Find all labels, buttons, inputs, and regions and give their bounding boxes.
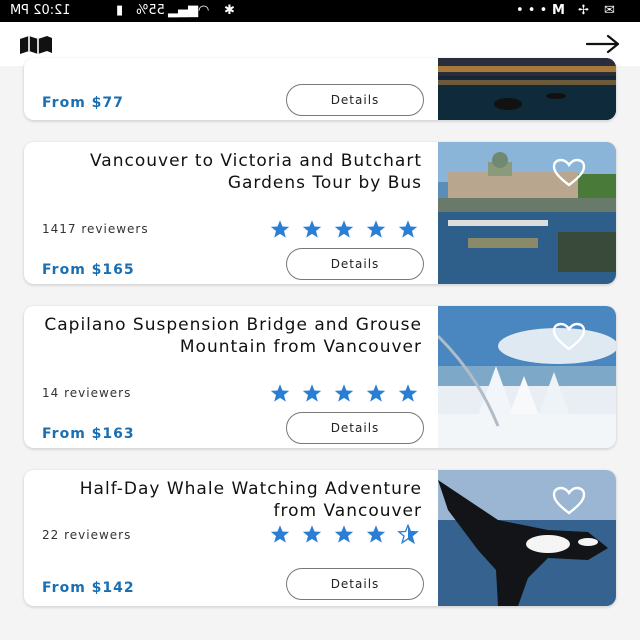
- star-icon: [270, 525, 290, 543]
- star-icon: [302, 220, 322, 238]
- star-rating: [266, 383, 422, 403]
- bluetooth-icon: ✱: [224, 3, 235, 18]
- tour-price: From $77: [42, 95, 124, 111]
- details-button[interactable]: Details: [286, 568, 424, 600]
- heart-icon[interactable]: [552, 486, 586, 520]
- tour-price: From $163: [42, 426, 135, 442]
- star-icon: [366, 384, 386, 402]
- tour-title[interactable]: Capilano Suspension Bridge and Grouse Mo…: [30, 314, 422, 358]
- battery-percent: 55%: [136, 3, 165, 18]
- star-rating: [266, 219, 422, 239]
- heart-icon[interactable]: [552, 158, 586, 192]
- tour-price: From $165: [42, 262, 135, 278]
- tour-title[interactable]: Vancouver to Victoria and Butchart Garde…: [30, 150, 422, 194]
- star-icon: [334, 525, 354, 543]
- wifi-icon: ◠: [198, 3, 210, 18]
- details-button[interactable]: Details: [286, 84, 424, 116]
- tour-photo: [438, 58, 616, 120]
- tour-card[interactable]: Capilano Suspension Bridge and Grouse Mo…: [24, 306, 616, 448]
- status-bar: • • • M ✢ ✉ 12:02 PM 55% ▮ ▂▄▆ ◠ ✱: [0, 0, 640, 22]
- heart-icon[interactable]: [552, 322, 586, 356]
- review-count: 1417 reviewers: [42, 222, 149, 236]
- star-icon: [302, 525, 322, 543]
- star-icon: [270, 384, 290, 402]
- details-button[interactable]: Details: [286, 248, 424, 280]
- star-icon: [366, 220, 386, 238]
- star-icon: [334, 220, 354, 238]
- arrow-right-icon[interactable]: [585, 34, 620, 58]
- signal-icon: ▂▄▆: [168, 3, 198, 18]
- fan-icon: ✢: [578, 3, 589, 18]
- review-count: 14 reviewers: [42, 386, 132, 400]
- tour-photo: [438, 306, 616, 448]
- status-time: 12:02 PM: [10, 3, 71, 18]
- star-rating: [266, 524, 422, 544]
- review-count: 22 reviewers: [42, 528, 132, 542]
- tour-title[interactable]: Half-Day Whale Watching Adventure from V…: [30, 478, 422, 522]
- gmail-icon: M: [552, 3, 565, 18]
- star-icon: [270, 220, 290, 238]
- star-icon: [398, 220, 418, 238]
- tour-card[interactable]: From $77 Details: [24, 58, 616, 120]
- mail-icon: ✉: [604, 3, 615, 18]
- tour-price: From $142: [42, 580, 135, 596]
- tour-photo: [438, 142, 616, 284]
- half-star-icon: [397, 524, 419, 544]
- tour-card[interactable]: Vancouver to Victoria and Butchart Garde…: [24, 142, 616, 284]
- battery-icon: ▮: [116, 3, 124, 18]
- details-button[interactable]: Details: [286, 412, 424, 444]
- tour-photo: [438, 470, 616, 606]
- map-icon[interactable]: [18, 36, 54, 58]
- star-icon: [334, 384, 354, 402]
- star-icon: [398, 384, 418, 402]
- star-icon: [366, 525, 386, 543]
- tour-card[interactable]: Half-Day Whale Watching Adventure from V…: [24, 470, 616, 606]
- star-icon: [302, 384, 322, 402]
- more-dots-icon: • • •: [516, 3, 548, 18]
